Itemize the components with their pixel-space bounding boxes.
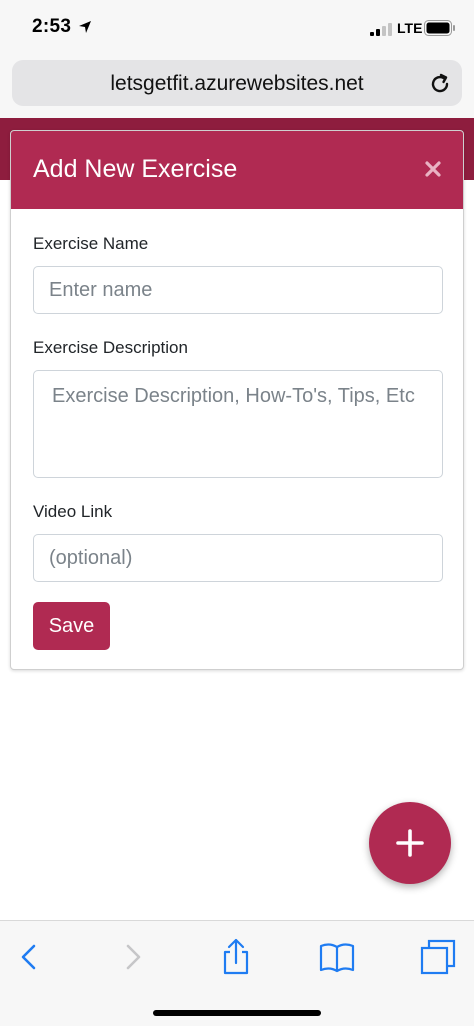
exercise-name-input[interactable] bbox=[33, 266, 443, 314]
network-type: LTE bbox=[397, 20, 423, 36]
close-icon[interactable] bbox=[419, 155, 447, 183]
exercise-description-input[interactable] bbox=[33, 370, 443, 478]
modal-header: Add New Exercise bbox=[11, 131, 463, 209]
add-exercise-modal: Add New Exercise Exercise Name Exercise … bbox=[10, 130, 464, 670]
location-arrow-icon bbox=[79, 21, 91, 33]
save-button[interactable]: Save bbox=[33, 602, 110, 650]
bookmarks-icon[interactable] bbox=[317, 937, 357, 977]
status-bar: 2:53 LTE bbox=[0, 0, 474, 56]
address-bar[interactable]: letsgetfit.azurewebsites.net bbox=[12, 60, 462, 106]
signal-icon bbox=[370, 23, 392, 36]
modal-title: Add New Exercise bbox=[33, 155, 238, 183]
video-link-label: Video Link bbox=[33, 502, 113, 521]
back-icon[interactable] bbox=[10, 937, 50, 977]
plus-icon bbox=[396, 829, 424, 857]
exercise-description-label: Exercise Description bbox=[33, 338, 188, 357]
reload-icon[interactable] bbox=[428, 72, 452, 96]
tabs-icon[interactable] bbox=[418, 937, 458, 977]
add-exercise-fab[interactable] bbox=[369, 802, 451, 884]
forward-icon[interactable] bbox=[112, 937, 152, 977]
battery-icon bbox=[424, 20, 455, 36]
home-indicator bbox=[153, 1010, 321, 1016]
browser-top-bar: letsgetfit.azurewebsites.net bbox=[0, 56, 474, 118]
browser-toolbar bbox=[0, 920, 474, 1026]
video-link-input[interactable] bbox=[33, 534, 443, 582]
status-time: 2:53 bbox=[32, 16, 72, 37]
exercise-name-label: Exercise Name bbox=[33, 234, 149, 253]
url-text[interactable]: letsgetfit.azurewebsites.net bbox=[12, 72, 462, 96]
share-icon[interactable] bbox=[216, 937, 256, 977]
